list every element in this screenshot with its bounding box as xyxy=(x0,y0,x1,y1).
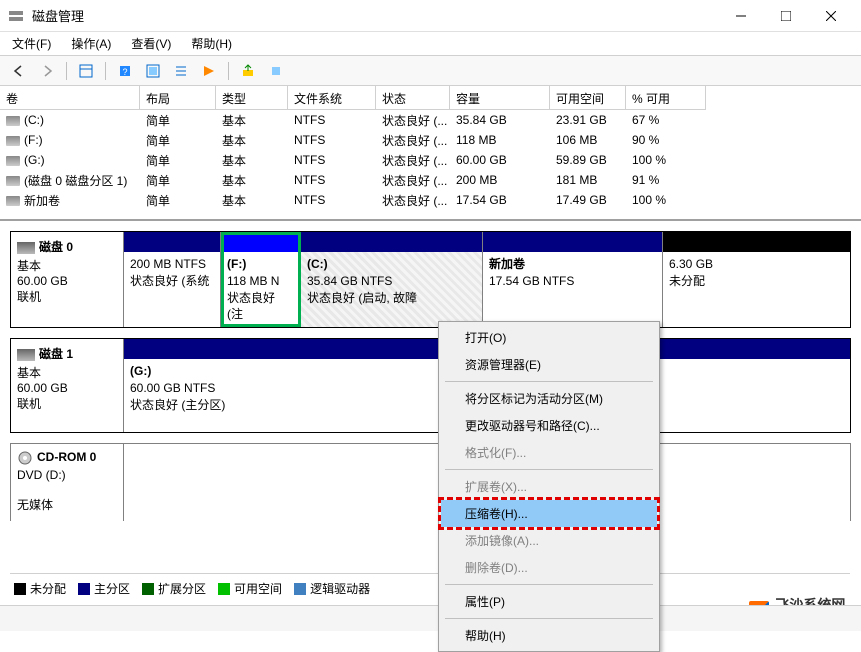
cdrom-label[interactable]: CD-ROM 0 DVD (D:)无媒体 xyxy=(11,444,124,521)
cdrom-block[interactable]: CD-ROM 0 DVD (D:)无媒体 xyxy=(10,443,851,521)
table-row[interactable]: 新加卷 简单 基本 NTFS 状态良好 (... 17.54 GB 17.49 … xyxy=(0,190,861,210)
tool-button[interactable] xyxy=(265,60,287,82)
menu-open[interactable]: 打开(O) xyxy=(441,324,657,351)
svg-text:?: ? xyxy=(122,67,127,77)
menu-view[interactable]: 查看(V) xyxy=(127,33,175,54)
app-icon xyxy=(8,8,24,24)
menu-delete-vol: 删除卷(D)... xyxy=(441,554,657,581)
partition[interactable]: 6.30 GB未分配 xyxy=(663,232,850,327)
menu-action[interactable]: 操作(A) xyxy=(67,33,115,54)
menu-shrink[interactable]: 压缩卷(H)... xyxy=(441,500,657,527)
header-layout[interactable]: 布局 xyxy=(140,86,216,110)
disk-block: 磁盘 1基本60.00 GB联机(G:)60.00 GB NTFS状态良好 (主… xyxy=(10,338,851,433)
header-type[interactable]: 类型 xyxy=(216,86,288,110)
header-volume[interactable]: 卷 xyxy=(0,86,140,110)
legend-extended: 扩展分区 xyxy=(158,580,206,597)
disk-label[interactable]: 磁盘 1基本60.00 GB联机 xyxy=(11,339,124,432)
maximize-button[interactable] xyxy=(763,2,808,30)
partition[interactable]: 200 MB NTFS状态良好 (系统 xyxy=(124,232,221,327)
header-pct[interactable]: % 可用 xyxy=(626,86,706,110)
view-button[interactable] xyxy=(75,60,97,82)
menu-format: 格式化(F)... xyxy=(441,439,657,466)
help-button[interactable]: ? xyxy=(114,60,136,82)
partition[interactable]: (C:)35.84 GB NTFS状态良好 (启动, 故障 xyxy=(301,232,483,327)
list-button[interactable] xyxy=(170,60,192,82)
minimize-button[interactable] xyxy=(718,2,763,30)
forward-button[interactable] xyxy=(36,60,58,82)
refresh-button[interactable] xyxy=(142,60,164,82)
partition[interactable]: 新加卷17.54 GB NTFS xyxy=(483,232,663,327)
toolbar: ? xyxy=(0,56,861,86)
disk-block: 磁盘 0基本60.00 GB联机200 MB NTFS状态良好 (系统(F:)1… xyxy=(10,231,851,328)
titlebar: 磁盘管理 xyxy=(0,0,861,32)
partition[interactable]: (F:)118 MB N状态良好 (注 xyxy=(221,232,301,327)
menu-add-mirror: 添加镜像(A)... xyxy=(441,527,657,554)
header-status[interactable]: 状态 xyxy=(376,86,450,110)
statusbar xyxy=(0,605,861,631)
menu-extend: 扩展卷(X)... xyxy=(441,473,657,500)
legend-free: 可用空间 xyxy=(234,580,282,597)
disk-label[interactable]: 磁盘 0基本60.00 GB联机 xyxy=(11,232,124,327)
header-free[interactable]: 可用空间 xyxy=(550,86,626,110)
menu-help[interactable]: 帮助(H) xyxy=(441,622,657,649)
header-capacity[interactable]: 容量 xyxy=(450,86,550,110)
close-button[interactable] xyxy=(808,2,853,30)
menu-file[interactable]: 文件(F) xyxy=(8,33,55,54)
disk-graphical-view: 磁盘 0基本60.00 GB联机200 MB NTFS状态良好 (系统(F:)1… xyxy=(0,221,861,521)
table-row[interactable]: (磁盘 0 磁盘分区 1) 简单 基本 NTFS 状态良好 (... 200 M… xyxy=(0,170,861,190)
menu-explorer[interactable]: 资源管理器(E) xyxy=(441,351,657,378)
table-body: (C:) 简单 基本 NTFS 状态良好 (... 35.84 GB 23.91… xyxy=(0,110,861,210)
menu-help[interactable]: 帮助(H) xyxy=(187,33,236,54)
header-filesystem[interactable]: 文件系统 xyxy=(288,86,376,110)
menu-change-drive[interactable]: 更改驱动器号和路径(C)... xyxy=(441,412,657,439)
menubar: 文件(F) 操作(A) 查看(V) 帮助(H) xyxy=(0,32,861,56)
table-row[interactable]: (C:) 简单 基本 NTFS 状态良好 (... 35.84 GB 23.91… xyxy=(0,110,861,130)
menu-mark-active[interactable]: 将分区标记为活动分区(M) xyxy=(441,385,657,412)
mount-button[interactable] xyxy=(237,60,259,82)
window-title: 磁盘管理 xyxy=(32,6,718,25)
context-menu: 打开(O) 资源管理器(E) 将分区标记为活动分区(M) 更改驱动器号和路径(C… xyxy=(438,321,660,652)
legend: 未分配 主分区 扩展分区 可用空间 逻辑驱动器 xyxy=(10,573,850,603)
table-header: 卷 布局 类型 文件系统 状态 容量 可用空间 % 可用 xyxy=(0,86,861,110)
menu-properties[interactable]: 属性(P) xyxy=(441,588,657,615)
back-button[interactable] xyxy=(8,60,30,82)
legend-primary: 主分区 xyxy=(94,580,130,597)
action-button[interactable] xyxy=(198,60,220,82)
volume-table: 卷 布局 类型 文件系统 状态 容量 可用空间 % 可用 (C:) 简单 基本 … xyxy=(0,86,861,221)
legend-unalloc: 未分配 xyxy=(30,580,66,597)
legend-logical: 逻辑驱动器 xyxy=(310,580,370,597)
table-row[interactable]: (G:) 简单 基本 NTFS 状态良好 (... 60.00 GB 59.89… xyxy=(0,150,861,170)
table-row[interactable]: (F:) 简单 基本 NTFS 状态良好 (... 118 MB 106 MB … xyxy=(0,130,861,150)
main-content: 卷 布局 类型 文件系统 状态 容量 可用空间 % 可用 (C:) 简单 基本 … xyxy=(0,86,861,521)
